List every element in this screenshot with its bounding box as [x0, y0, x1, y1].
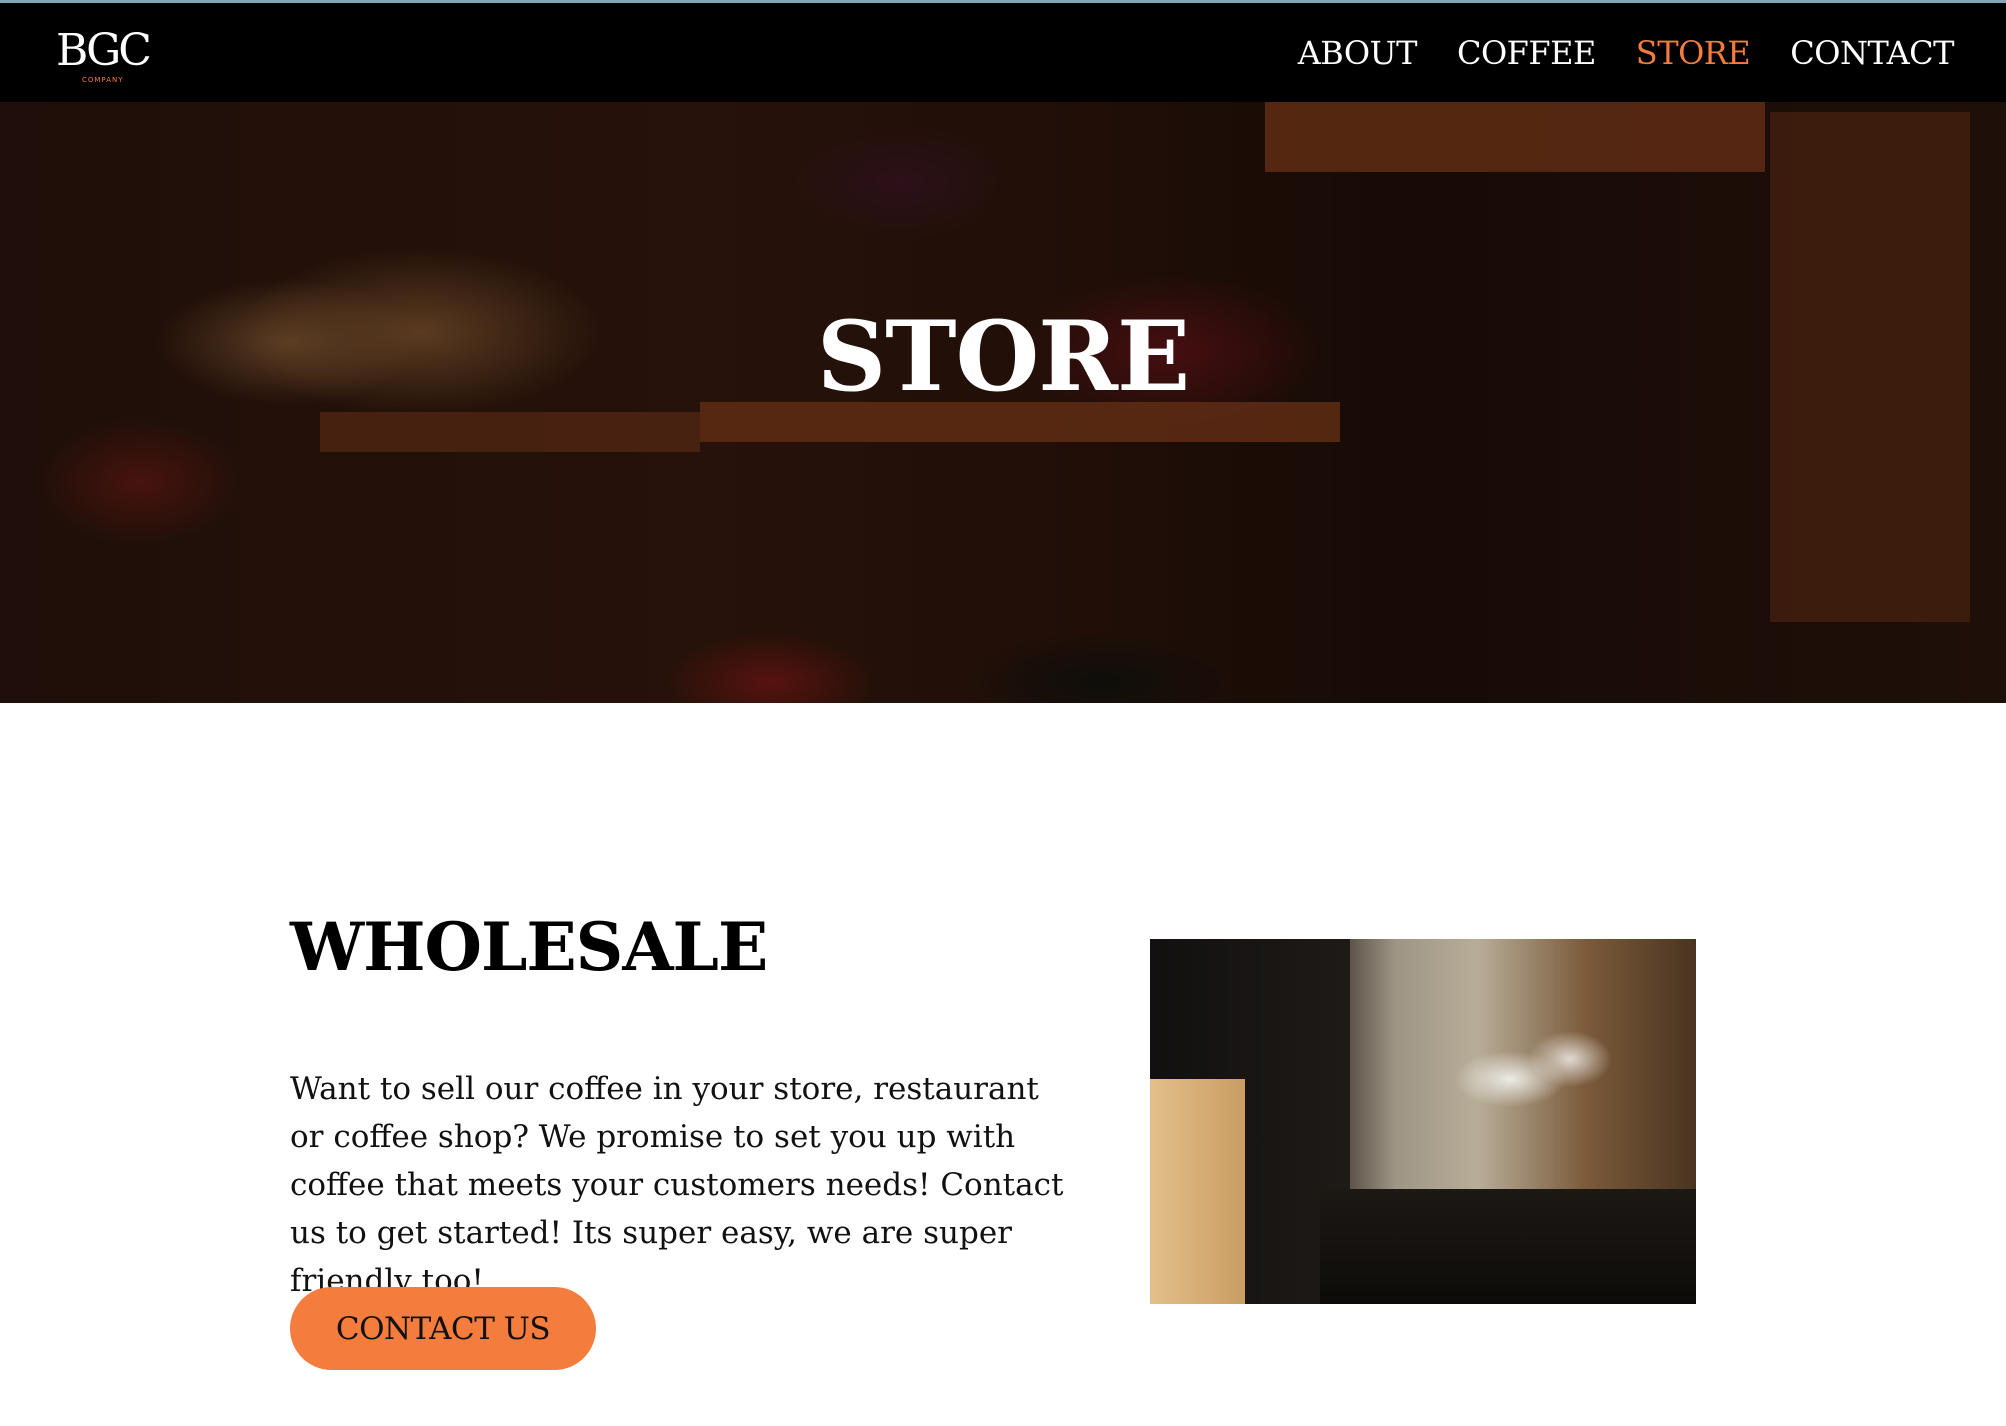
- photo-counter-decor: [1320, 1189, 1696, 1304]
- hero-shelf-decor: [1265, 102, 1765, 172]
- nav-links: ABOUT COFFEE STORE CONTACT: [1298, 3, 1955, 102]
- logo-subtext: COMPANY: [82, 76, 124, 84]
- contact-us-button[interactable]: CONTACT US: [290, 1287, 596, 1370]
- wholesale-title: WHOLESALE: [290, 908, 768, 986]
- logo-text: BGC: [56, 25, 152, 76]
- nav-link-about[interactable]: ABOUT: [1298, 34, 1418, 72]
- nav-link-store[interactable]: STORE: [1636, 34, 1751, 72]
- logo[interactable]: BGC COMPANY: [56, 25, 152, 87]
- nav-link-contact[interactable]: CONTACT: [1790, 34, 1954, 72]
- hero-title: STORE: [816, 300, 1190, 413]
- wholesale-description: Want to sell our coffee in your store, r…: [290, 1071, 1064, 1299]
- navbar: BGC COMPANY ABOUT COFFEE STORE CONTACT: [0, 3, 2006, 102]
- nav-link-coffee[interactable]: COFFEE: [1457, 34, 1596, 72]
- photo-bag-decor: [1150, 1079, 1245, 1304]
- hero-shelf-decor: [320, 412, 700, 452]
- barista-photo: [1150, 939, 1696, 1304]
- hero-banner: STORE: [0, 102, 2006, 703]
